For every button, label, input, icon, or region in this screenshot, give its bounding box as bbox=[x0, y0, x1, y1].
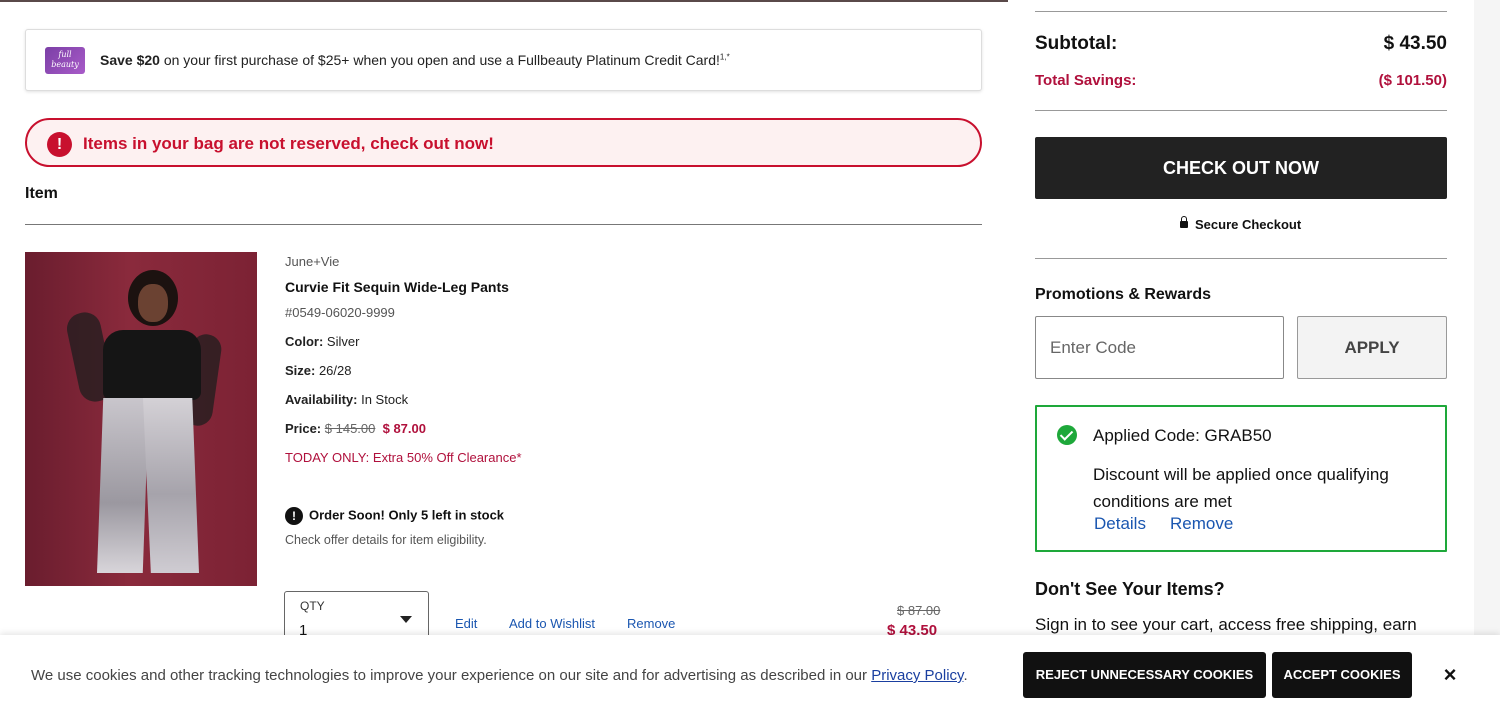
product-availability: Availability: In Stock bbox=[285, 392, 408, 407]
availability-value: In Stock bbox=[357, 392, 409, 407]
product-color: Color: Silver bbox=[285, 334, 359, 349]
quantity-select[interactable]: QTY 1 bbox=[284, 591, 429, 641]
low-stock-notice: ! Order Soon! Only 5 left in stock bbox=[285, 507, 504, 525]
promo-text: Save $20 on your first purchase of $25+ … bbox=[100, 52, 730, 68]
color-value: Silver bbox=[323, 334, 360, 349]
promo-code-input[interactable] bbox=[1035, 316, 1284, 379]
remove-item-link[interactable]: Remove bbox=[627, 616, 675, 631]
dont-see-items-title: Don't See Your Items? bbox=[1035, 579, 1225, 599]
product-image[interactable] bbox=[25, 252, 257, 586]
product-brand: June+Vie bbox=[285, 254, 340, 269]
divider bbox=[1035, 110, 1447, 111]
alert-icon: ! bbox=[47, 132, 72, 157]
cookie-banner: We use cookies and other tracking techno… bbox=[0, 635, 1500, 713]
size-value: 26/28 bbox=[315, 363, 352, 378]
qty-label: QTY bbox=[300, 599, 325, 613]
price-label: Price: bbox=[285, 421, 322, 436]
product-promo-text: TODAY ONLY: Extra 50% Off Clearance* bbox=[285, 450, 522, 465]
sale-price: $ 87.00 bbox=[382, 421, 426, 436]
applied-code-description: Discount will be applied once qualifying… bbox=[1093, 465, 1389, 511]
original-price: $ 145.00 bbox=[324, 421, 376, 436]
credit-card-promo-banner[interactable]: full beauty Save $20 on your first purch… bbox=[25, 29, 982, 91]
accept-cookies-button[interactable]: ACCEPT COOKIES bbox=[1272, 652, 1412, 698]
remove-code-link[interactable]: Remove bbox=[1170, 514, 1233, 534]
size-label: Size: bbox=[285, 363, 316, 378]
divider bbox=[25, 224, 982, 225]
reject-cookies-button[interactable]: REJECT UNNECESSARY COOKIES bbox=[1023, 652, 1266, 698]
chevron-down-icon bbox=[400, 616, 412, 623]
lock-icon bbox=[1180, 216, 1188, 229]
edit-link[interactable]: Edit bbox=[455, 616, 477, 631]
product-image-pants bbox=[97, 398, 149, 573]
product-name[interactable]: Curvie Fit Sequin Wide-Leg Pants bbox=[285, 279, 509, 295]
check-circle-icon bbox=[1057, 425, 1077, 445]
product-price: Price: $ 145.00 $ 87.00 bbox=[285, 421, 426, 436]
add-to-wishlist-link[interactable]: Add to Wishlist bbox=[509, 616, 595, 631]
product-image-top bbox=[103, 330, 201, 400]
subtotal-value: $ 43.50 bbox=[1383, 33, 1447, 54]
low-stock-text: Order Soon! Only 5 left in stock bbox=[309, 507, 505, 523]
promo-bold: Save $20 bbox=[100, 52, 160, 68]
product-size: Size: 26/28 bbox=[285, 363, 352, 378]
cookie-period: . bbox=[963, 667, 968, 684]
savings-value: ($ 101.50) bbox=[1378, 72, 1447, 89]
line-original-price: $ 87.00 bbox=[897, 603, 941, 618]
fullbeauty-card-logo: full beauty bbox=[45, 47, 85, 74]
secure-checkout: Secure Checkout bbox=[1180, 216, 1302, 232]
cookie-text: We use cookies and other tracking techno… bbox=[31, 667, 968, 684]
privacy-policy-link[interactable]: Privacy Policy bbox=[871, 667, 963, 684]
product-image-face bbox=[138, 284, 168, 322]
sign-in-prompt: Sign in to see your cart, access free sh… bbox=[1035, 615, 1417, 634]
reservation-alert: ! Items in your bag are not reserved, ch… bbox=[25, 118, 982, 167]
close-icon[interactable]: × bbox=[1440, 664, 1460, 686]
promo-body: on your first purchase of $25+ when you … bbox=[159, 52, 720, 68]
savings-label: Total Savings: bbox=[1035, 72, 1137, 89]
secure-checkout-label: Secure Checkout bbox=[1195, 217, 1302, 232]
divider bbox=[1035, 258, 1447, 259]
applied-code-title: Applied Code: GRAB50 bbox=[1093, 426, 1272, 445]
alert-text: Items in your bag are not reserved, chec… bbox=[83, 134, 494, 153]
promo-footnote: 1,* bbox=[719, 52, 730, 62]
subtotal-label: Subtotal: bbox=[1035, 33, 1118, 54]
cookie-message: We use cookies and other tracking techno… bbox=[31, 667, 872, 684]
exclamation-icon: ! bbox=[285, 507, 303, 525]
details-link[interactable]: Details bbox=[1094, 514, 1146, 534]
product-image-pants bbox=[143, 398, 199, 573]
item-column-header: Item bbox=[25, 185, 58, 202]
offer-note: Check offer details for item eligibility… bbox=[285, 533, 487, 547]
color-label: Color: bbox=[285, 334, 324, 349]
checkout-button[interactable]: CHECK OUT NOW bbox=[1035, 137, 1447, 199]
availability-label: Availability: bbox=[285, 392, 358, 407]
promotions-title: Promotions & Rewards bbox=[1035, 286, 1212, 303]
product-sku: #0549-06020-9999 bbox=[285, 305, 395, 320]
apply-code-button[interactable]: APPLY bbox=[1297, 316, 1447, 379]
applied-code-box: Applied Code: GRAB50 Discount will be ap… bbox=[1035, 405, 1447, 552]
divider bbox=[1035, 11, 1447, 12]
